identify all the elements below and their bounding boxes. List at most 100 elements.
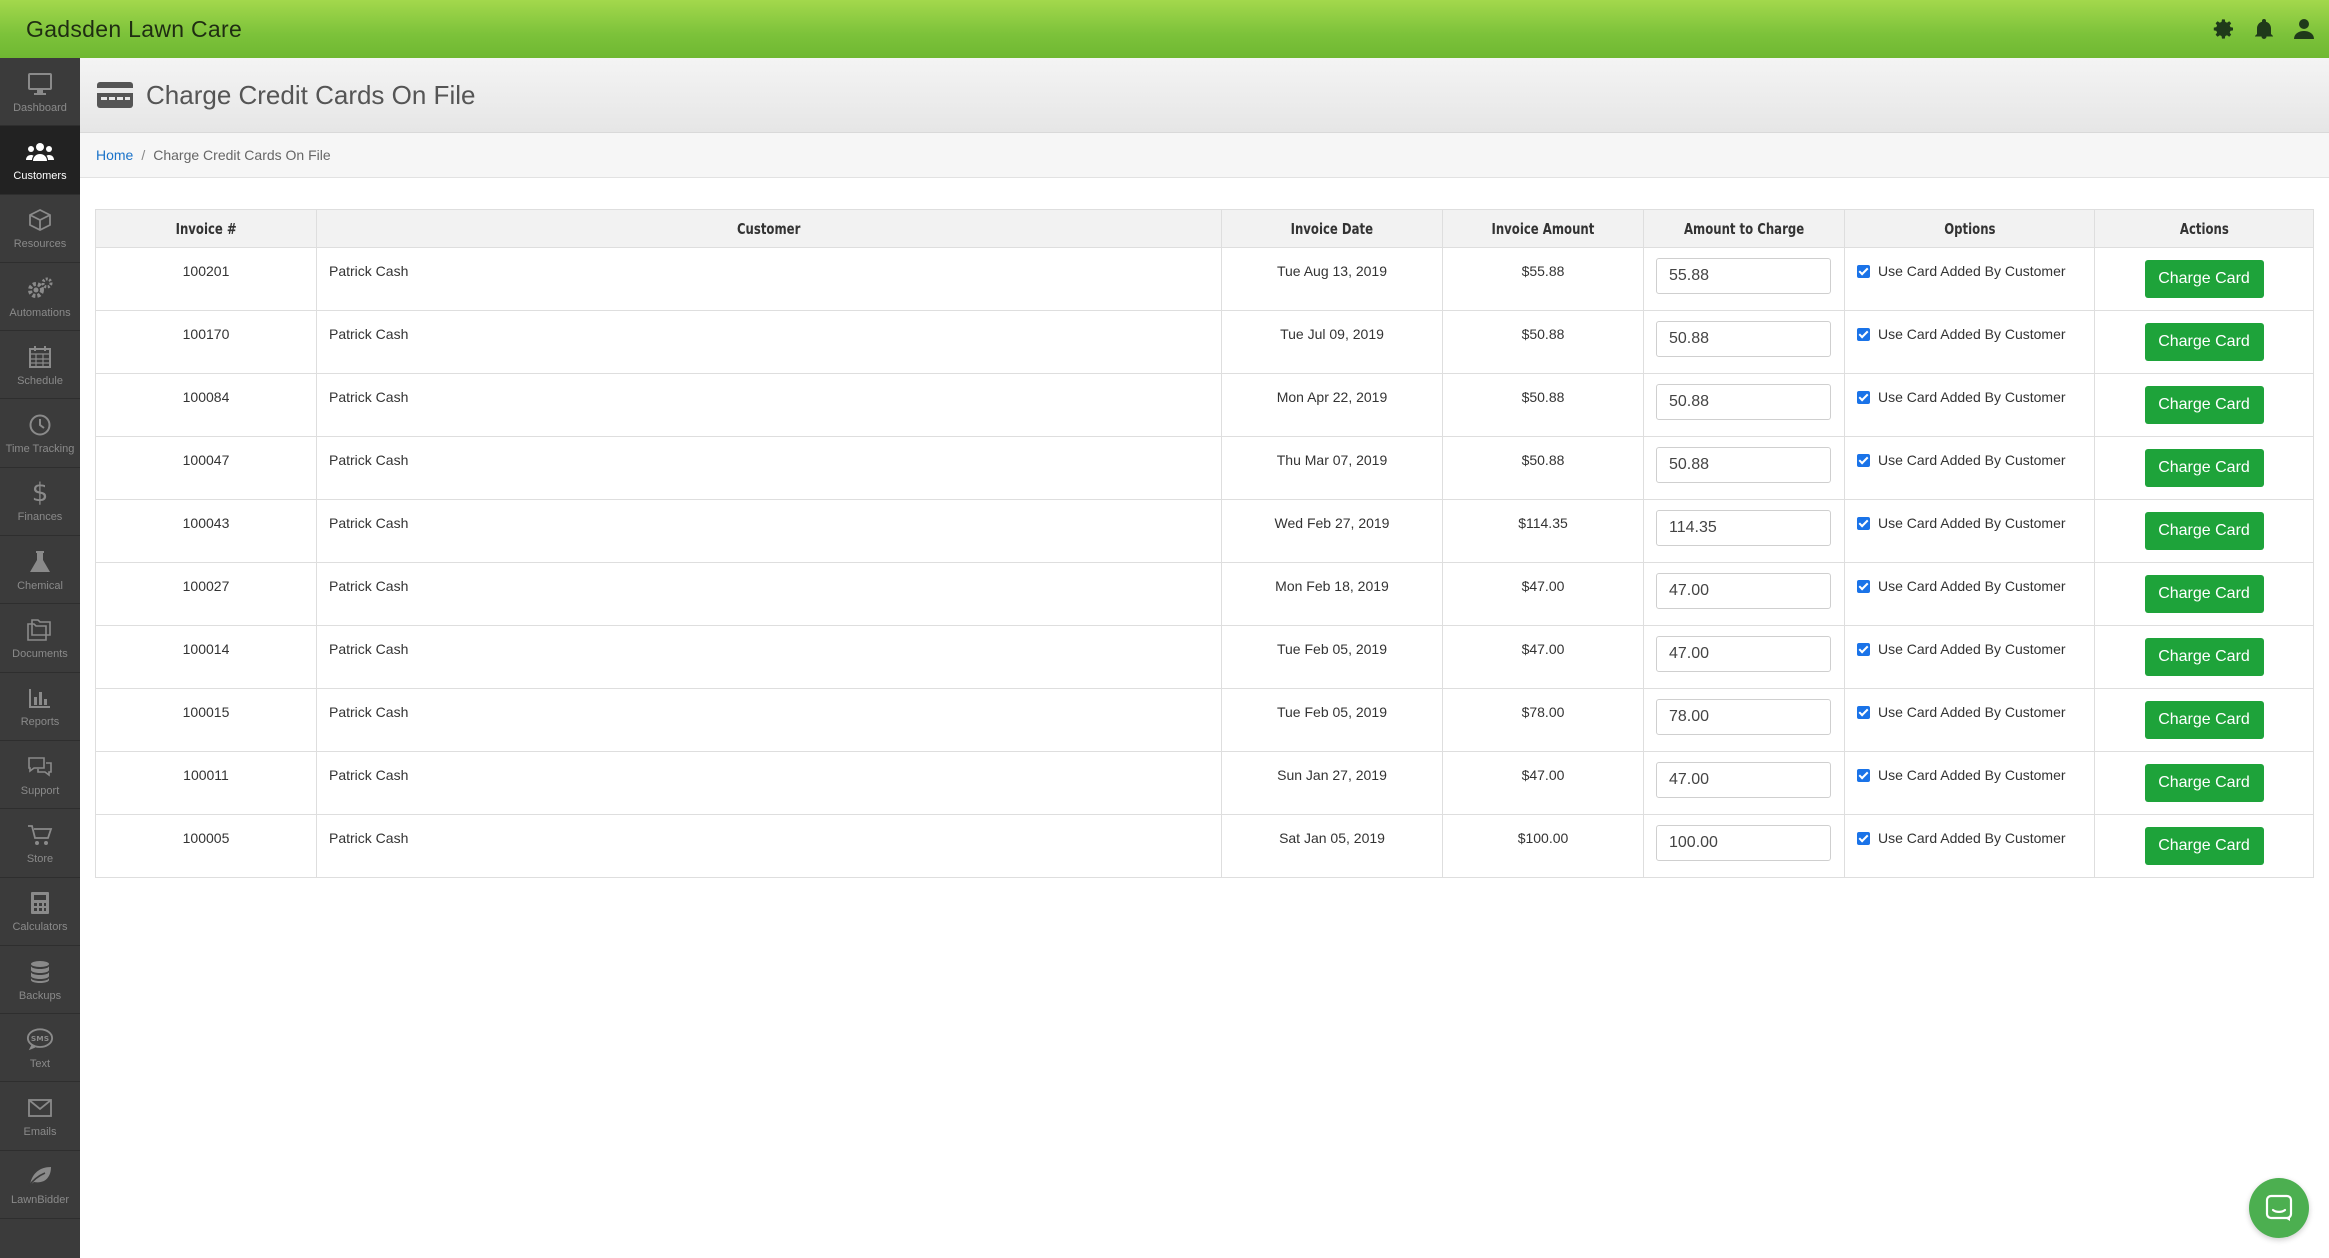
sidebar-item-time-tracking[interactable]: Time Tracking [0,399,80,468]
sidebar-item-calculators[interactable]: Calculators [0,878,80,946]
use-card-label[interactable]: Use Card Added By Customer [1878,641,2066,657]
customer-name-cell[interactable]: Patrick Cash [316,373,1222,437]
amount-to-charge-input[interactable] [1656,510,1831,546]
use-card-checkbox[interactable] [1857,643,1870,656]
use-card-checkbox[interactable] [1857,706,1870,719]
amount-to-charge-input[interactable] [1656,636,1831,672]
chat-icon [2265,1194,2293,1221]
amount-to-charge-input[interactable] [1656,258,1831,294]
customer-name-cell[interactable]: Patrick Cash [316,499,1222,563]
column-header-invoice[interactable]: Invoice # [95,209,317,248]
invoice-number-cell[interactable]: 100170 [95,310,317,374]
customer-name-cell[interactable]: Patrick Cash [316,814,1222,878]
invoice-amount-cell: $47.00 [1442,625,1644,689]
charge-card-button[interactable]: Charge Card [2144,827,2264,865]
charge-card-button[interactable]: Charge Card [2144,260,2264,298]
use-card-checkbox[interactable] [1857,832,1870,845]
table-row: 100201 Patrick Cash Tue Aug 13, 2019 $55.88… [95,247,2314,311]
amount-to-charge-input[interactable] [1656,384,1831,420]
sidebar-item-documents[interactable]: Documents [0,604,80,673]
use-card-checkbox[interactable] [1857,517,1870,530]
invoice-number-cell[interactable]: 100201 [95,247,317,311]
sidebar-item-support[interactable]: Support [0,741,80,810]
invoice-number-cell[interactable]: 100027 [95,562,317,626]
sidebar-item-automations[interactable]: Automations [0,263,80,332]
column-header-customer[interactable]: Customer [316,209,1222,248]
sidebar: Dashboard Customers Resources Automation… [0,58,80,1258]
use-card-checkbox[interactable] [1857,580,1870,593]
chat-launcher-button[interactable] [2249,1178,2309,1238]
use-card-label[interactable]: Use Card Added By Customer [1878,578,2066,594]
customer-name-cell[interactable]: Patrick Cash [316,436,1222,500]
sidebar-item-finances[interactable]: $ Finances [0,468,80,537]
sidebar-item-dashboard[interactable]: Dashboard [0,58,80,127]
user-icon[interactable] [2291,16,2317,42]
column-header-options: Options [1844,209,2095,248]
use-card-label[interactable]: Use Card Added By Customer [1878,263,2066,279]
customer-name-cell[interactable]: Patrick Cash [316,751,1222,815]
options-cell: Use Card Added By Customer [1844,562,2095,626]
amount-to-charge-input[interactable] [1656,825,1831,861]
customer-name-cell[interactable]: Patrick Cash [316,625,1222,689]
use-card-label[interactable]: Use Card Added By Customer [1878,830,2066,846]
amount-to-charge-input[interactable] [1656,573,1831,609]
use-card-label[interactable]: Use Card Added By Customer [1878,326,2066,342]
options-cell: Use Card Added By Customer [1844,814,2095,878]
customer-name-cell[interactable]: Patrick Cash [316,247,1222,311]
sidebar-item-backups[interactable]: Backups [0,946,80,1015]
use-card-checkbox[interactable] [1857,454,1870,467]
amount-to-charge-input[interactable] [1656,762,1831,798]
sidebar-item-resources[interactable]: Resources [0,195,80,263]
column-header-amount-to-charge[interactable]: Amount to Charge [1643,209,1845,248]
use-card-checkbox[interactable] [1857,391,1870,404]
sidebar-item-label: Support [20,784,60,797]
charge-card-button[interactable]: Charge Card [2144,638,2264,676]
charge-card-button[interactable]: Charge Card [2144,575,2264,613]
sidebar-item-schedule[interactable]: Schedule [0,331,80,400]
customer-name-cell[interactable]: Patrick Cash [316,688,1222,752]
invoice-number-cell[interactable]: 100084 [95,373,317,437]
charge-card-button[interactable]: Charge Card [2144,764,2264,802]
use-card-label[interactable]: Use Card Added By Customer [1878,767,2066,783]
sidebar-item-text[interactable]: SMS Text [0,1014,80,1083]
sidebar-item-label: Calculators [12,921,68,934]
amount-to-charge-input[interactable] [1656,447,1831,483]
use-card-label[interactable]: Use Card Added By Customer [1878,452,2066,468]
bell-icon[interactable] [2251,16,2277,42]
use-card-label[interactable]: Use Card Added By Customer [1878,389,2066,405]
breadcrumb-home-link[interactable]: Home [96,147,133,163]
top-bar: Gadsden Lawn Care [0,0,2329,58]
invoice-date-cell: Tue Feb 05, 2019 [1221,688,1443,752]
invoice-number-cell[interactable]: 100011 [95,751,317,815]
sidebar-item-store[interactable]: Store [0,809,80,878]
use-card-label[interactable]: Use Card Added By Customer [1878,704,2066,720]
invoice-number-cell[interactable]: 100015 [95,688,317,752]
column-header-invoice-date[interactable]: Invoice Date [1221,209,1443,248]
use-card-checkbox[interactable] [1857,328,1870,341]
sidebar-item-reports[interactable]: Reports [0,673,80,741]
invoice-number-cell[interactable]: 100014 [95,625,317,689]
charge-card-button[interactable]: Charge Card [2144,512,2264,550]
invoice-number-cell[interactable]: 100043 [95,499,317,563]
use-card-checkbox[interactable] [1857,265,1870,278]
customer-name-cell[interactable]: Patrick Cash [316,310,1222,374]
amount-to-charge-input[interactable] [1656,699,1831,735]
charge-card-button[interactable]: Charge Card [2144,449,2264,487]
amount-to-charge-input[interactable] [1656,321,1831,357]
column-header-invoice-amount[interactable]: Invoice Amount [1442,209,1644,248]
invoice-date-cell: Sat Jan 05, 2019 [1221,814,1443,878]
invoice-number-cell[interactable]: 100047 [95,436,317,500]
use-card-checkbox[interactable] [1857,769,1870,782]
sidebar-item-lawnbidder[interactable]: LawnBidder [0,1151,80,1220]
sidebar-item-chemical[interactable]: Chemical [0,536,80,605]
charge-card-button[interactable]: Charge Card [2144,386,2264,424]
charge-card-button[interactable]: Charge Card [2144,701,2264,739]
invoice-number-cell[interactable]: 100005 [95,814,317,878]
sidebar-item-customers[interactable]: Customers [0,126,80,195]
customer-name-cell[interactable]: Patrick Cash [316,562,1222,626]
app-title[interactable]: Gadsden Lawn Care [26,16,242,43]
use-card-label[interactable]: Use Card Added By Customer [1878,515,2066,531]
gear-icon[interactable] [2211,16,2237,42]
charge-card-button[interactable]: Charge Card [2144,323,2264,361]
sidebar-item-emails[interactable]: Emails [0,1082,80,1151]
